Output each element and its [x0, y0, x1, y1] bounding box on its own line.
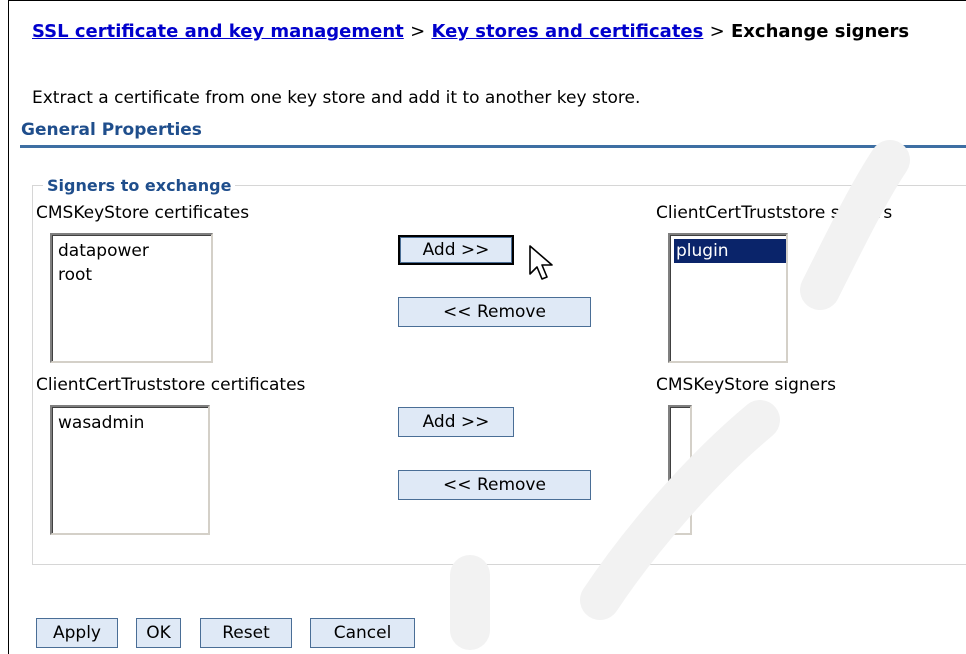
page-description: Extract a certificate from one key store…: [32, 88, 641, 108]
remove-button-bottom[interactable]: << Remove: [398, 470, 591, 500]
mouse-pointer-icon: [529, 245, 553, 280]
breadcrumb-link-keystores[interactable]: Key stores and certificates: [431, 21, 703, 42]
client-signers-listbox[interactable]: plugin: [668, 233, 788, 363]
reset-button[interactable]: Reset: [200, 618, 292, 648]
section-divider: [20, 145, 966, 148]
breadcrumb-separator: >: [410, 21, 426, 42]
breadcrumb-separator: >: [709, 21, 725, 42]
remove-button-top[interactable]: << Remove: [398, 297, 591, 327]
apply-button[interactable]: Apply: [36, 618, 118, 648]
cms-certificates-label: CMSKeyStore certificates: [36, 203, 250, 223]
list-item-selected[interactable]: plugin: [674, 239, 786, 263]
list-item[interactable]: root: [56, 263, 211, 287]
list-item[interactable]: datapower: [56, 239, 211, 263]
section-title: General Properties: [21, 120, 202, 140]
breadcrumb-link-ssl[interactable]: SSL certificate and key management: [32, 21, 404, 42]
cancel-button[interactable]: Cancel: [310, 618, 415, 648]
cms-signers-label: CMSKeyStore signers: [656, 375, 836, 395]
fieldset-legend: Signers to exchange: [43, 176, 236, 195]
breadcrumb-current: Exchange signers: [731, 21, 910, 42]
ok-button[interactable]: OK: [136, 618, 181, 648]
client-certificates-label: ClientCertTruststore certificates: [36, 375, 306, 395]
add-button-top[interactable]: Add >>: [398, 235, 514, 265]
add-button-bottom[interactable]: Add >>: [398, 407, 514, 437]
cms-certificates-listbox[interactable]: datapower root: [50, 233, 213, 363]
frame-top-border: [8, 0, 966, 1]
list-item[interactable]: wasadmin: [56, 411, 208, 435]
frame-left-border: [8, 0, 9, 654]
cms-signers-listbox[interactable]: [668, 405, 692, 535]
client-signers-label: ClientCertTruststore signers: [656, 203, 893, 223]
client-certificates-listbox[interactable]: wasadmin: [50, 405, 210, 535]
breadcrumb: SSL certificate and key management > Key…: [32, 20, 952, 44]
